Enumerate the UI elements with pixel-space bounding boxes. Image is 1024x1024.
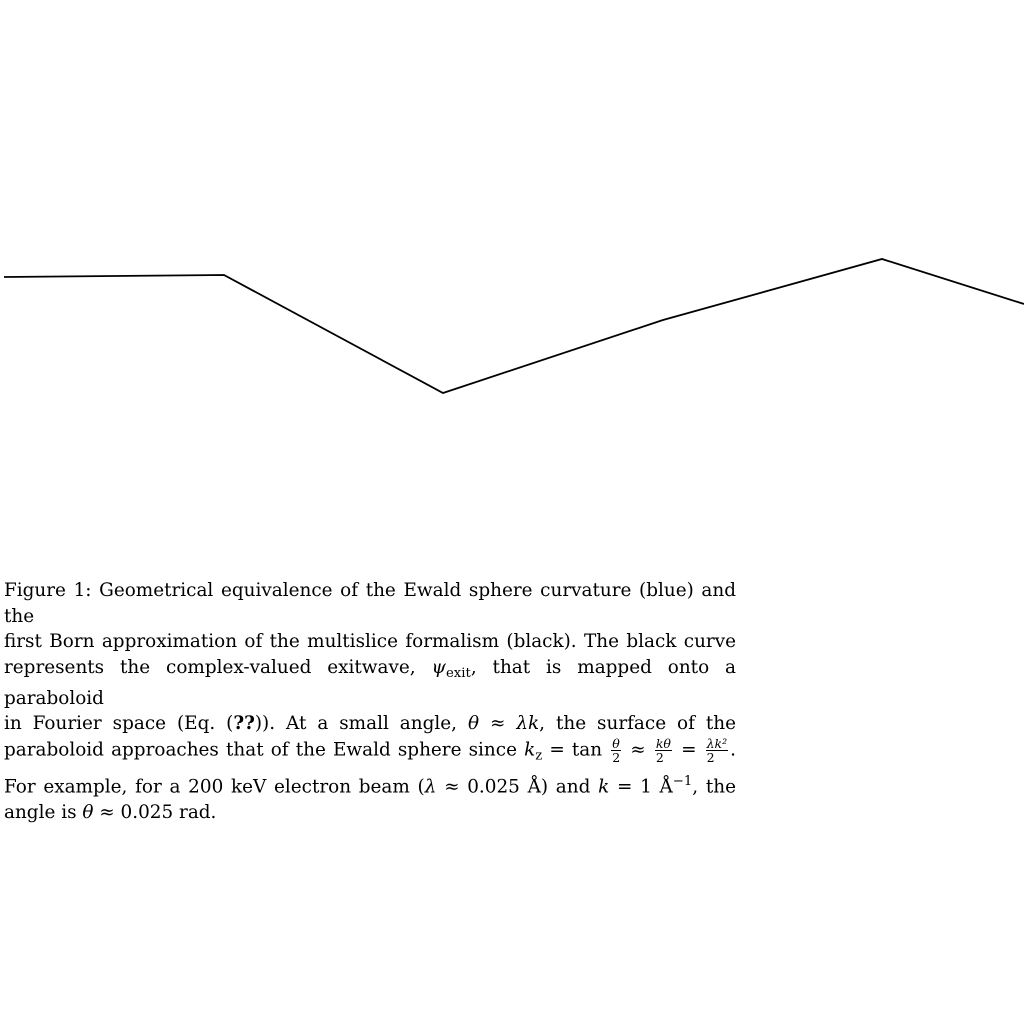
- caption-line-3: represents the complex-valued exitwave, …: [4, 656, 736, 709]
- figure-caption: Figure 1: Geometrical equivalence of the…: [4, 578, 736, 825]
- caption-line-5: paraboloid approaches that of the Ewald …: [4, 735, 736, 766]
- caption-line-1: Figure 1: Geometrical equivalence of the…: [4, 580, 736, 627]
- caption-line-6: For example, for a 200 keV electron beam…: [4, 774, 736, 798]
- fraction-lambdak2-over-2: λk² 2: [705, 735, 729, 766]
- fraction-ktheta-over-2: kθ 2: [654, 735, 672, 766]
- figure-plot: [3, 258, 1024, 394]
- caption-line-4: in Fourier space (Eq. (??)). At a small …: [4, 713, 736, 735]
- exitwave-curve: [3, 258, 1024, 394]
- caption-line-7: angle is θ ≈ 0.025 rad.: [4, 801, 217, 823]
- fraction-theta-over-2: θ2: [611, 735, 622, 766]
- equation-reference[interactable]: ??: [233, 713, 255, 734]
- caption-line-2: first Born approximation of the multisli…: [4, 631, 736, 652]
